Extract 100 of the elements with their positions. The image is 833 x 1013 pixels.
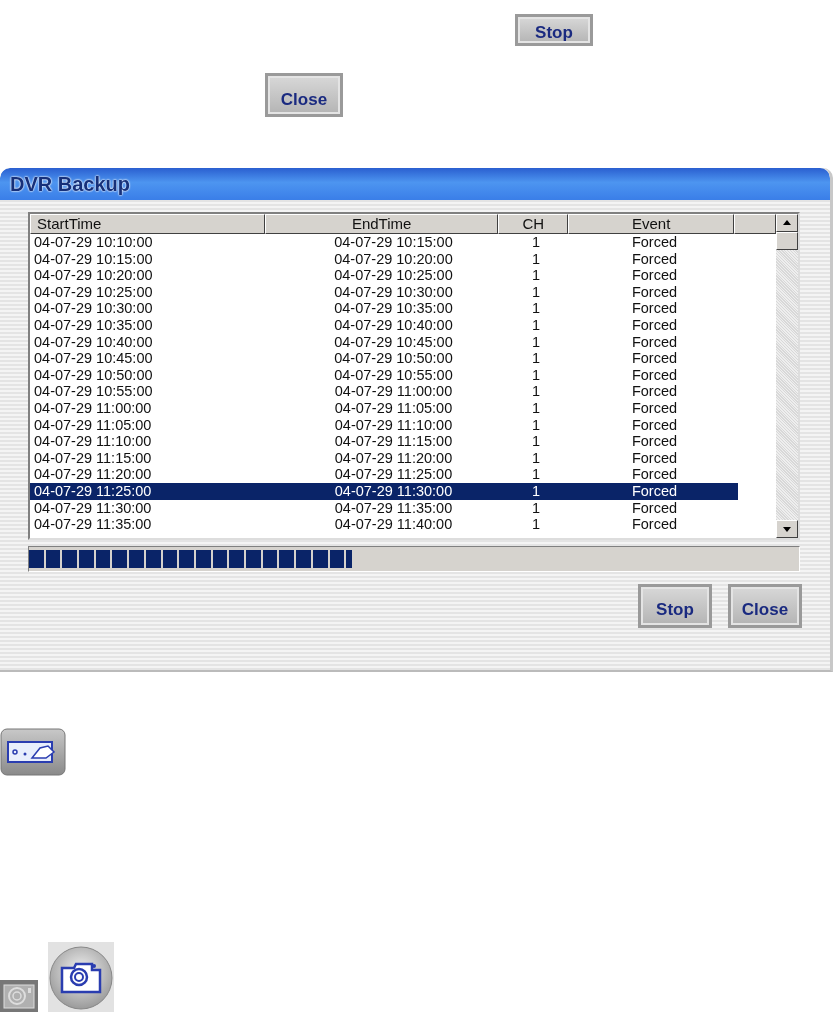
table-cell-text: Forced (630, 283, 679, 301)
table-cell-text: 04-07-29 11:00:00 (333, 383, 454, 400)
table-cell-text: 04-07-29 10:15:00 (333, 234, 454, 251)
list-row[interactable]: 04-07-29 10:20:00 04-07-29 10:25:00 1 Forced (30, 267, 738, 284)
table-cell-text: Forced (630, 416, 679, 434)
table-cell-text: Forced (630, 316, 679, 334)
table-cell-text: 1 (530, 350, 542, 367)
table-cell-text: 04-07-29 10:10:00 (33, 234, 154, 251)
scroll-up-button[interactable] (776, 214, 798, 232)
table-cell-text: 04-07-29 11:40:00 (333, 516, 454, 533)
table-cell-text: Forced (630, 350, 679, 367)
table-cell-text: 1 (530, 482, 542, 500)
table-cell-text: 04-07-29 10:55:00 (333, 366, 454, 384)
table-cell-text: 1 (530, 399, 542, 417)
list-row[interactable]: 04-07-29 11:00:00 04-07-29 11:05:00 1 Forced (30, 399, 738, 417)
table-cell-text: 04-07-29 11:25:00 (33, 482, 153, 500)
scrollbar[interactable] (776, 214, 798, 538)
table-cell-text: Forced (630, 449, 679, 467)
table-cell-text: 04-07-29 11:05:00 (33, 416, 153, 434)
table-cell-text: 04-07-29 10:15:00 (33, 250, 154, 268)
camera-icon[interactable] (48, 942, 114, 1012)
table-cell-text: 1 (530, 234, 542, 251)
table-cell-text: 04-07-29 11:20:00 (33, 466, 153, 483)
table-cell-text: 04-07-29 10:45:00 (333, 333, 454, 351)
table-cell-text: Forced (630, 433, 679, 450)
table-cell-text: 1 (530, 383, 542, 400)
table-cell-text: 04-07-29 11:05:00 (333, 399, 454, 417)
table-cell-text: 1 (530, 416, 542, 434)
window-title: DVR Backup (0, 168, 830, 200)
list-row[interactable]: 04-07-29 10:25:00 04-07-29 10:30:00 1 Forced (30, 283, 738, 301)
column-header[interactable]: EndTime (264, 214, 499, 234)
table-cell-text: 04-07-29 10:35:00 (333, 300, 454, 317)
list-row[interactable]: 04-07-29 11:35:00 04-07-29 11:40:00 1 Forced (30, 516, 738, 533)
table-cell-text: Forced (630, 267, 679, 284)
list-row[interactable]: 04-07-29 11:15:00 04-07-29 11:20:00 1 Forced (30, 449, 738, 467)
scroll-thumb[interactable] (776, 232, 798, 250)
table-cell-text: 1 (530, 283, 542, 301)
close-button[interactable]: Close (265, 73, 343, 117)
list-row[interactable]: 04-07-29 11:30:00 04-07-29 11:35:00 1 Forced (30, 499, 738, 517)
table-cell-text: Forced (630, 482, 679, 500)
column-header[interactable]: Event (568, 214, 735, 234)
list-row[interactable]: 04-07-29 10:15:00 04-07-29 10:20:00 1 Forced (30, 250, 738, 268)
table-cell-text: 04-07-29 10:20:00 (33, 267, 154, 284)
close-button[interactable]: Close (728, 584, 802, 628)
table-cell-text: 04-07-29 10:55:00 (33, 383, 154, 400)
list-row[interactable]: 04-07-29 10:30:00 04-07-29 10:35:00 1 Forced (30, 300, 738, 317)
list-row[interactable]: 04-07-29 11:20:00 04-07-29 11:25:00 1 Forced (30, 466, 738, 483)
scroll-down-button[interactable] (776, 520, 798, 538)
list-row[interactable]: 04-07-29 11:25:00 04-07-29 11:30:00 1 Forced (30, 482, 738, 500)
column-header[interactable]: CH (498, 214, 569, 234)
table-cell-text: 1 (530, 316, 542, 334)
table-cell-text: Forced (630, 466, 679, 483)
table-cell-text: 04-07-29 10:25:00 (33, 283, 154, 301)
table-cell-text: Forced (630, 333, 679, 351)
list-row[interactable]: 04-07-29 11:10:00 04-07-29 11:15:00 1 Forced (30, 433, 738, 450)
list-row[interactable]: 04-07-29 10:35:00 04-07-29 10:40:00 1 Forced (30, 316, 738, 334)
table-cell-text: 04-07-29 11:35:00 (333, 499, 454, 517)
table-cell-text: 04-07-29 10:20:00 (333, 250, 454, 268)
table-cell-text: Forced (630, 516, 679, 533)
list-row[interactable]: 04-07-29 10:10:00 04-07-29 10:15:00 1 Forced (30, 234, 738, 251)
list-row[interactable]: 04-07-29 11:05:00 04-07-29 11:10:00 1 Forced (30, 416, 738, 434)
list-row[interactable]: 04-07-29 10:55:00 04-07-29 11:00:00 1 Forced (30, 383, 738, 400)
table-cell-text: Forced (630, 499, 679, 517)
table-cell-text: 04-07-29 11:15:00 (333, 433, 454, 450)
table-cell-text: Forced (630, 399, 679, 417)
table-cell-text: 04-07-29 11:10:00 (333, 416, 454, 434)
list-row[interactable]: 04-07-29 10:40:00 04-07-29 10:45:00 1 Forced (30, 333, 738, 351)
table-cell-text: 04-07-29 11:10:00 (33, 433, 153, 450)
table-cell-text: 04-07-29 11:30:00 (333, 482, 454, 500)
table-cell-text: 04-07-29 10:50:00 (33, 366, 154, 384)
table-cell-text: 1 (530, 366, 542, 384)
table-cell-text: 1 (530, 250, 542, 268)
table-cell-text: 1 (530, 499, 542, 517)
table-cell-text: 1 (530, 300, 542, 317)
table-cell-text: 04-07-29 11:25:00 (333, 466, 454, 483)
list-row[interactable]: 04-07-29 10:45:00 04-07-29 10:50:00 1 Forced (30, 350, 738, 367)
stop-button[interactable]: Stop (515, 14, 593, 46)
table-cell-text: 1 (530, 433, 542, 450)
table-cell-text: Forced (630, 383, 679, 400)
table-cell-text: Forced (630, 300, 679, 317)
table-cell-text: 04-07-29 10:45:00 (33, 350, 154, 367)
table-cell-text: 04-07-29 11:35:00 (33, 516, 153, 533)
table-cell-text: 1 (530, 449, 542, 467)
table-cell-text: 04-07-29 11:20:00 (333, 449, 454, 467)
table-cell-text: 04-07-29 10:30:00 (333, 283, 454, 301)
table-cell-text: 04-07-29 10:30:00 (33, 300, 154, 317)
table-cell-text: 04-07-29 10:35:00 (33, 316, 154, 334)
table-cell-text: Forced (630, 250, 679, 268)
tape-hand-icon[interactable] (0, 728, 66, 776)
table-cell-text: 04-07-29 10:50:00 (333, 350, 454, 367)
column-header[interactable]: StartTime (30, 214, 265, 234)
table-cell-text: 1 (530, 267, 542, 284)
list-row[interactable]: 04-07-29 10:50:00 04-07-29 10:55:00 1 Forced (30, 366, 738, 384)
table-cell-text: Forced (630, 234, 679, 251)
stop-button[interactable]: Stop (638, 584, 712, 628)
table-cell-text: 1 (530, 466, 542, 483)
table-cell-text: 04-07-29 10:25:00 (333, 267, 454, 284)
table-cell-text: 1 (530, 516, 542, 533)
table-cell-text: 04-07-29 11:15:00 (33, 449, 153, 467)
table-cell-text: Forced (630, 366, 679, 384)
